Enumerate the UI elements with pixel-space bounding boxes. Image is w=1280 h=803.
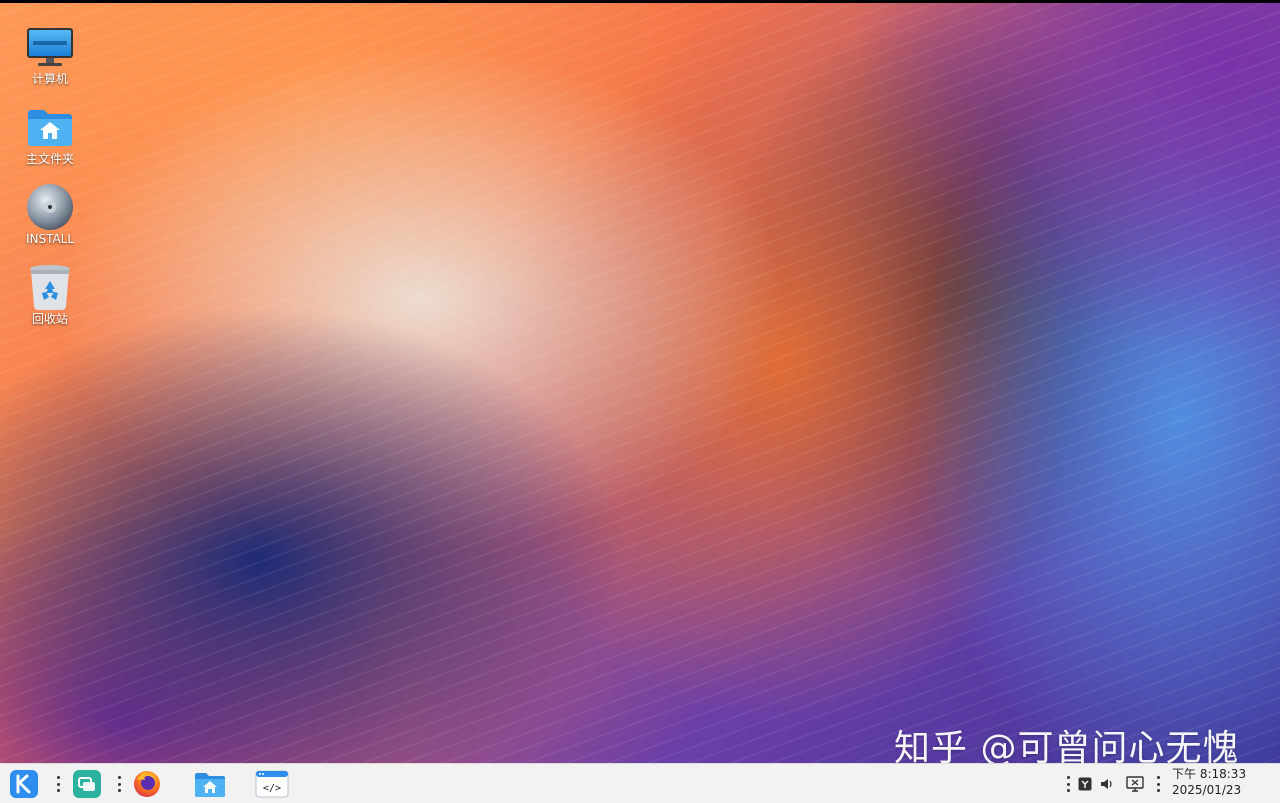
desktop-icon-home-folder[interactable]: 主文件夹 xyxy=(10,102,90,182)
taskbar-grip[interactable] xyxy=(1066,776,1070,792)
desktop-wallpaper: 计算机 主文件夹 INSTALL 回收站 知乎 @可曾问心无愧 xyxy=(0,0,1280,763)
taskbar-clock[interactable]: 下午 8:18:33 2025/01/23 xyxy=(1172,766,1260,798)
tray-input-method[interactable] xyxy=(1076,775,1094,793)
tray-volume[interactable] xyxy=(1098,775,1116,793)
tray-network[interactable] xyxy=(1126,775,1144,793)
taskbar-app-code-editor[interactable]: </> xyxy=(255,768,289,800)
kylin-start-icon xyxy=(10,770,38,798)
svg-text:</>: </> xyxy=(263,783,281,794)
firefox-icon xyxy=(134,771,160,797)
computer-icon xyxy=(24,22,76,72)
folder-home-icon xyxy=(195,773,225,797)
desktop-icon-computer[interactable]: 计算机 xyxy=(10,22,90,102)
clock-time: 下午 8:18:33 xyxy=(1172,767,1247,781)
taskbar-app-firefox[interactable] xyxy=(131,768,163,800)
disc-icon xyxy=(24,182,76,232)
desktop-icon-label: 主文件夹 xyxy=(25,152,74,166)
multitask-view-button[interactable] xyxy=(71,768,103,800)
taskbar-app-file-manager[interactable] xyxy=(193,768,227,800)
taskbar-grip[interactable] xyxy=(56,776,60,792)
network-icon xyxy=(1126,776,1144,792)
code-editor-icon: </> xyxy=(255,770,289,798)
start-menu-button[interactable] xyxy=(8,768,40,800)
multitask-view-icon xyxy=(73,770,101,798)
taskbar-grip[interactable] xyxy=(117,776,121,792)
desktop-icon-label: 回收站 xyxy=(31,312,68,326)
watermark-text: 知乎 @可曾问心无愧 xyxy=(894,728,1240,763)
volume-icon xyxy=(1101,779,1112,789)
top-edge xyxy=(0,0,1280,3)
trash-icon xyxy=(24,262,76,312)
desktop-icons: 计算机 主文件夹 INSTALL 回收站 xyxy=(10,22,90,342)
desktop-icon-trash[interactable]: 回收站 xyxy=(10,262,90,342)
desktop-icon-label: 计算机 xyxy=(31,72,68,86)
input-method-icon xyxy=(1078,777,1092,791)
home-folder-icon xyxy=(24,102,76,152)
clock-date: 2025/01/23 xyxy=(1172,783,1242,797)
desktop-icon-install[interactable]: INSTALL xyxy=(10,182,90,262)
taskbar-grip[interactable] xyxy=(1156,776,1160,792)
taskbar: </> 下午 8:18:33 2025/01/23 xyxy=(0,763,1280,803)
desktop-icon-label: INSTALL xyxy=(25,232,75,246)
